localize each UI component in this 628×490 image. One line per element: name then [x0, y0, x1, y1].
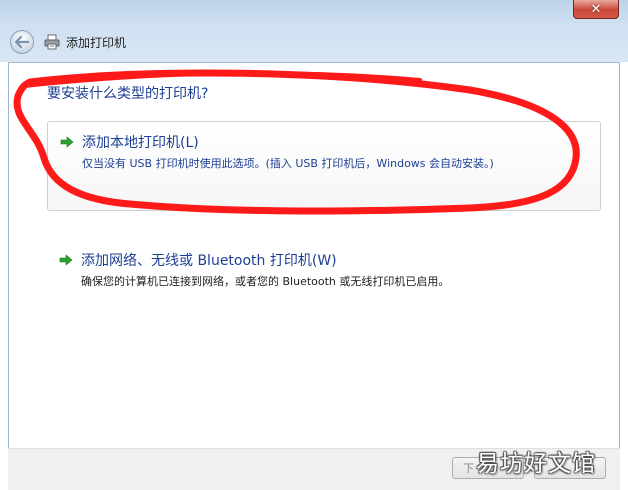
green-arrow-icon	[59, 254, 73, 266]
page-heading: 要安装什么类型的打印机?	[47, 86, 209, 102]
close-button[interactable]: ✕	[573, 0, 619, 19]
wizard-content: 要安装什么类型的打印机? 添加本地打印机(L) 仅当没有 USB 打印机时使用此…	[8, 62, 620, 490]
add-local-printer-option[interactable]: 添加本地打印机(L) 仅当没有 USB 打印机时使用此选项。(插入 USB 打印…	[47, 121, 601, 211]
green-arrow-icon	[60, 136, 74, 148]
option-description: 确保您的计算机已连接到网络，或者您的 Bluetooth 或无线打印机已启用。	[81, 275, 450, 288]
window-title: 添加打印机	[66, 35, 127, 50]
option-title-row: 添加本地打印机(L)	[60, 132, 600, 152]
add-printer-window: ✕ 添加打印机 要安装什么类型的打印机? 添加本地打印机(L) 仅当没有 USB…	[0, 0, 628, 490]
option-title: 添加本地打印机(L)	[82, 135, 199, 151]
window-frame: ✕ 添加打印机	[0, 0, 628, 62]
add-network-printer-option[interactable]: 添加网络、无线或 Bluetooth 打印机(W) 确保您的计算机已连接到网络，…	[47, 240, 601, 288]
printer-icon	[44, 34, 60, 50]
navigation-bar: 添加打印机	[0, 28, 628, 56]
close-icon: ✕	[590, 1, 602, 17]
next-button-label: 下	[463, 462, 474, 475]
watermark-text: 易坊好文馆	[476, 451, 596, 477]
back-button[interactable]	[10, 30, 34, 54]
option-title: 添加网络、无线或 Bluetooth 打印机(W)	[81, 253, 337, 269]
option-title-row: 添加网络、无线或 Bluetooth 打印机(W)	[59, 250, 601, 270]
back-arrow-icon	[15, 36, 29, 48]
option-description: 仅当没有 USB 打印机时使用此选项。(插入 USB 打印机后，Windows …	[82, 157, 494, 170]
